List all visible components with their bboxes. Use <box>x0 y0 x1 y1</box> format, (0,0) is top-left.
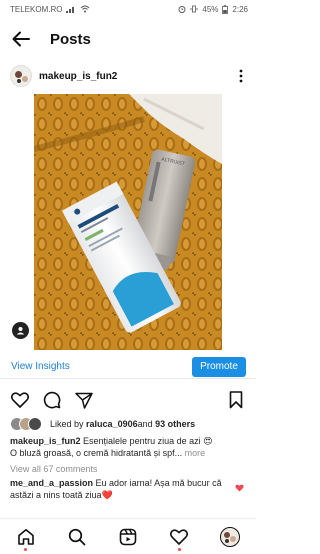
signal-icon <box>66 7 75 13</box>
like-button[interactable] <box>10 390 30 410</box>
nav-profile[interactable] <box>216 523 244 551</box>
post-avatar[interactable] <box>10 65 32 87</box>
status-left: TELEKOM.RO <box>10 5 90 14</box>
view-insights-link[interactable]: View Insights <box>11 361 70 372</box>
caption-line2: O bluză groasă, o cremă hidratantă și sp… <box>10 448 183 458</box>
notification-dot <box>177 547 181 551</box>
post-image[interactable]: ALTRUIST <box>34 94 222 350</box>
nav-activity[interactable] <box>165 523 193 551</box>
back-button[interactable] <box>10 28 32 50</box>
liker-avatars <box>10 417 50 431</box>
wifi-icon <box>81 5 90 13</box>
nav-reels[interactable] <box>114 523 142 551</box>
insights-row: View Insights Promote <box>0 355 256 379</box>
post-action-bar <box>0 388 256 412</box>
caption-username[interactable]: makeup_is_fun2 <box>10 436 81 446</box>
tagged-user-icon[interactable] <box>12 322 29 339</box>
notification-dot <box>24 547 28 551</box>
status-right: 45% 2:26 <box>178 5 248 14</box>
clock: 2:26 <box>232 4 248 14</box>
promote-button[interactable]: Promote <box>192 356 246 377</box>
save-button[interactable] <box>226 390 246 410</box>
carrier-label: TELEKOM.RO <box>10 4 63 14</box>
heart-outline-icon <box>11 392 29 408</box>
likes-summary[interactable]: Liked by raluca_0906 and 93 others <box>10 417 195 431</box>
likes-others[interactable]: 93 others <box>155 419 195 429</box>
likes-user[interactable]: raluca_0906 <box>86 419 138 429</box>
arrow-left-icon <box>12 31 30 47</box>
reels-icon <box>119 528 137 545</box>
paper-plane-icon <box>75 392 93 409</box>
profile-avatar <box>220 526 241 547</box>
likes-middle: and <box>137 419 153 429</box>
vibrate-icon <box>191 5 198 13</box>
page-title: Posts <box>50 30 91 48</box>
caption-more-link[interactable]: more <box>182 448 206 458</box>
app-header: Posts <box>0 22 256 56</box>
status-bar: TELEKOM.RO 45% 2:26 <box>0 0 256 18</box>
caption-text: Esențialele pentru ziua de azi 😍 <box>80 436 213 446</box>
post-username[interactable]: makeup_is_fun2 <box>39 71 117 82</box>
nav-home[interactable] <box>12 523 40 551</box>
home-icon <box>17 528 34 545</box>
comment-username[interactable]: me_and_a_passion <box>10 478 93 488</box>
heart-filled-icon <box>235 484 244 492</box>
share-button[interactable] <box>74 390 94 410</box>
comment-item: me_and_a_passion Eu ador iarna! Așa mă b… <box>10 477 232 501</box>
bookmark-icon <box>229 391 243 409</box>
comment-like-button[interactable] <box>235 479 244 497</box>
three-dots-vertical-icon <box>239 69 243 83</box>
post-caption: makeup_is_fun2 Esențialele pentru ziua d… <box>10 435 248 459</box>
speech-bubble-icon <box>43 391 61 409</box>
comment-button[interactable] <box>42 390 62 410</box>
view-all-comments-link[interactable]: View all 67 comments <box>10 464 97 474</box>
post-photo-illustration: ALTRUIST <box>34 94 222 350</box>
liker-avatar <box>28 417 42 431</box>
nav-search[interactable] <box>63 523 91 551</box>
battery-percent: 45% <box>202 4 219 14</box>
search-icon <box>68 528 86 545</box>
heart-icon <box>170 528 189 545</box>
likes-prefix: Liked by <box>50 419 84 429</box>
post-options-button[interactable] <box>234 66 248 86</box>
alarm-icon <box>178 6 186 13</box>
battery-icon <box>222 4 229 14</box>
bottom-navigation <box>0 518 256 554</box>
post-header: makeup_is_fun2 <box>0 62 256 90</box>
